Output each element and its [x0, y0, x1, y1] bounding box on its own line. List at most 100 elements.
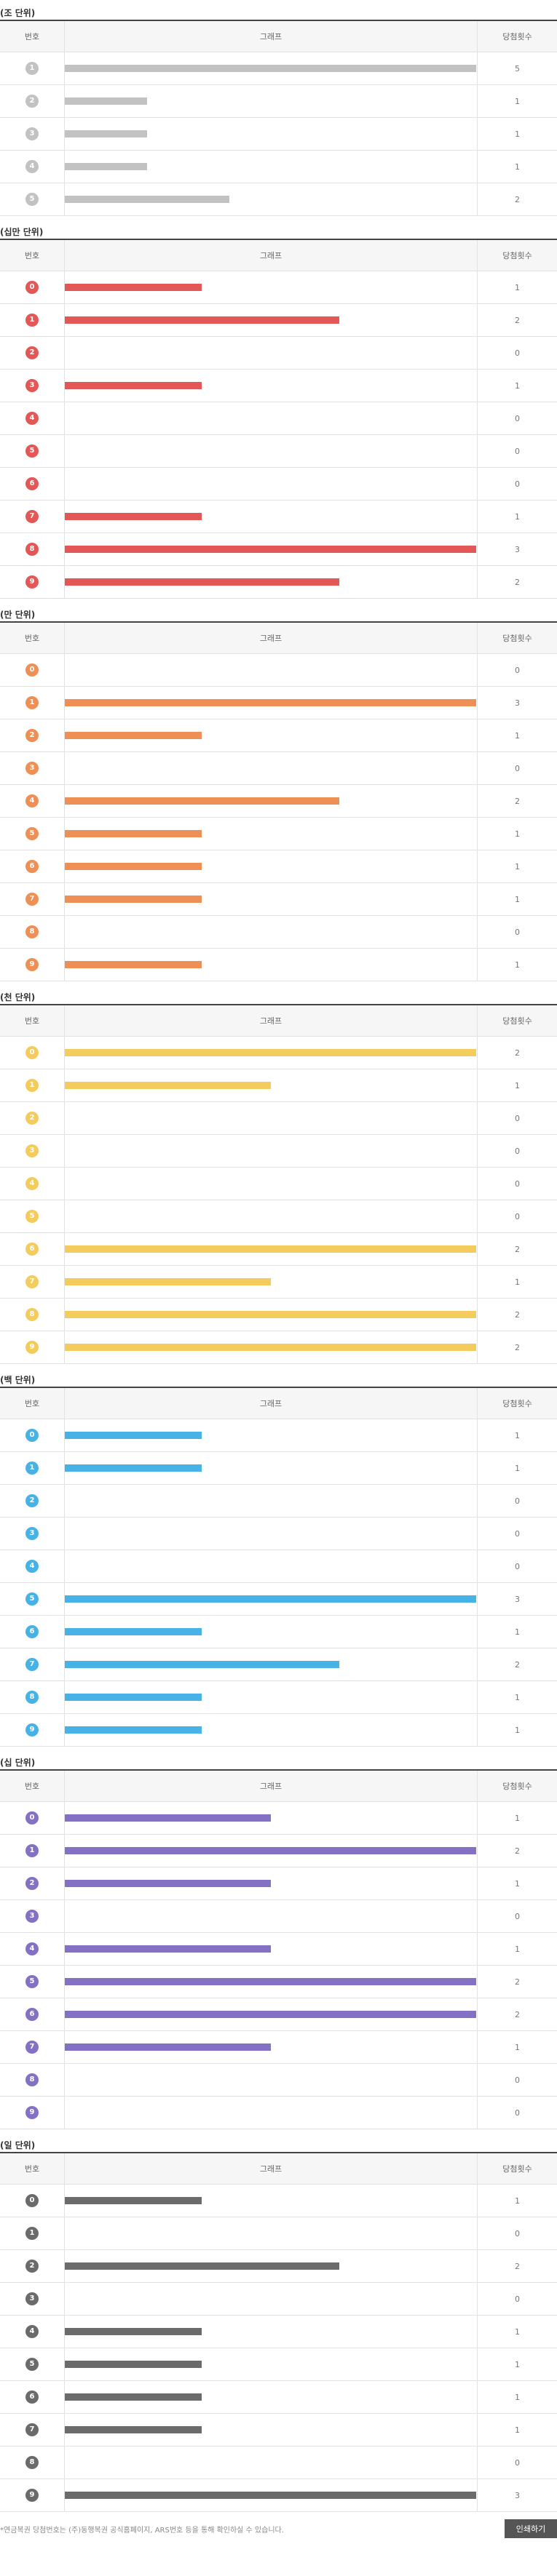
count-cell: 1	[478, 118, 557, 150]
header-number-label: 번호	[24, 1016, 40, 1026]
bar	[65, 2197, 202, 2204]
header-count: 당첨횟수	[478, 240, 557, 271]
win-count: 0	[515, 1211, 520, 1221]
bar	[65, 284, 202, 291]
bar	[65, 2262, 339, 2270]
number-cell: 0	[0, 2185, 65, 2217]
win-count: 0	[515, 446, 520, 456]
win-count: 0	[515, 2108, 520, 2118]
bar	[65, 1847, 476, 1854]
count-cell: 1	[478, 1266, 557, 1298]
count-cell: 2	[478, 1648, 557, 1680]
number-ball: 6	[25, 2390, 39, 2404]
header-count-label: 당첨횟수	[502, 2164, 532, 2174]
graph-cell	[65, 818, 478, 850]
header-graph: 그래프	[65, 2153, 478, 2184]
table-row: 01	[0, 2185, 557, 2217]
table-row: 21	[0, 719, 557, 752]
header-number-label: 번호	[24, 32, 40, 41]
count-cell: 2	[478, 1233, 557, 1265]
number-ball: 1	[25, 1079, 39, 1092]
number-ball: 2	[25, 2260, 39, 2273]
graph-cell	[65, 1331, 478, 1363]
graph-cell	[65, 883, 478, 915]
graph-cell	[65, 118, 478, 150]
number-cell: 8	[0, 2447, 65, 2479]
table-row: 53	[0, 1583, 557, 1616]
graph-cell	[65, 402, 478, 434]
number-cell: 5	[0, 435, 65, 467]
count-cell: 2	[478, 183, 557, 215]
number-ball: 3	[25, 762, 39, 775]
win-count: 2	[515, 1244, 520, 1254]
count-cell: 0	[478, 402, 557, 434]
number-cell: 9	[0, 2097, 65, 2129]
stats-table: 번호 그래프 당첨횟수 0 1 1 2 2 0 3 1 4 0 5 0 6 0 7 1 8 3 9 2	[0, 239, 557, 599]
number-cell: 4	[0, 1550, 65, 1582]
count-cell: 0	[478, 1900, 557, 1932]
win-count: 0	[515, 1496, 520, 1506]
number-ball: 7	[25, 2423, 39, 2436]
number-ball: 2	[25, 1877, 39, 1890]
number-cell: 3	[0, 1518, 65, 1550]
table-header-row: 번호 그래프 당첨횟수	[0, 2153, 557, 2185]
count-cell: 1	[478, 2348, 557, 2380]
bar	[65, 1082, 271, 1089]
number-cell: 2	[0, 1102, 65, 1134]
section-title: (백 단위)	[0, 1375, 36, 1385]
win-count: 1	[515, 2326, 520, 2337]
table-row: 50	[0, 435, 557, 468]
count-cell: 1	[478, 949, 557, 981]
win-count: 0	[515, 2075, 520, 2085]
number-ball: 9	[25, 575, 39, 589]
graph-cell	[65, 1069, 478, 1101]
count-cell: 2	[478, 1037, 557, 1069]
graph-cell	[65, 2185, 478, 2217]
number-cell: 0	[0, 654, 65, 686]
win-count: 1	[515, 2042, 520, 2052]
number-cell: 4	[0, 785, 65, 817]
number-ball: 5	[25, 444, 39, 458]
graph-cell	[65, 370, 478, 402]
table-row: 51	[0, 2348, 557, 2381]
count-cell: 2	[478, 1998, 557, 2030]
table-row: 71	[0, 2031, 557, 2064]
number-cell: 6	[0, 1616, 65, 1648]
table-row: 90	[0, 2097, 557, 2129]
bar	[65, 2393, 202, 2401]
table-row: 01	[0, 271, 557, 304]
number-ball: 6	[25, 2008, 39, 2021]
header-graph: 그래프	[65, 1005, 478, 1036]
count-cell: 0	[478, 752, 557, 784]
number-ball: 5	[25, 193, 39, 206]
number-cell: 7	[0, 883, 65, 915]
graph-cell	[65, 1900, 478, 1932]
count-cell: 2	[478, 2250, 557, 2282]
win-count: 1	[515, 861, 520, 872]
count-cell: 0	[478, 1550, 557, 1582]
count-cell: 0	[478, 435, 557, 467]
table-row: 92	[0, 1331, 557, 1364]
table-row: 00	[0, 654, 557, 687]
count-cell: 2	[478, 1299, 557, 1331]
count-cell: 1	[478, 1933, 557, 1965]
number-ball: 4	[25, 794, 39, 808]
table-row: 51	[0, 818, 557, 850]
bar	[65, 1344, 476, 1351]
print-button[interactable]: 인쇄하기	[505, 2519, 557, 2538]
header-count: 당첨횟수	[478, 21, 557, 52]
number-cell: 3	[0, 752, 65, 784]
graph-cell	[65, 1867, 478, 1899]
number-cell: 0	[0, 1802, 65, 1834]
table-row: 30	[0, 1900, 557, 1933]
graph-cell	[65, 1233, 478, 1265]
bar	[65, 2426, 202, 2433]
win-count: 0	[515, 1179, 520, 1189]
number-cell: 6	[0, 2381, 65, 2413]
graph-cell	[65, 916, 478, 948]
section-title: (천 단위)	[0, 992, 36, 1002]
number-cell: 5	[0, 1200, 65, 1232]
win-count: 2	[515, 194, 520, 204]
number-cell: 0	[0, 271, 65, 303]
graph-cell	[65, 2447, 478, 2479]
